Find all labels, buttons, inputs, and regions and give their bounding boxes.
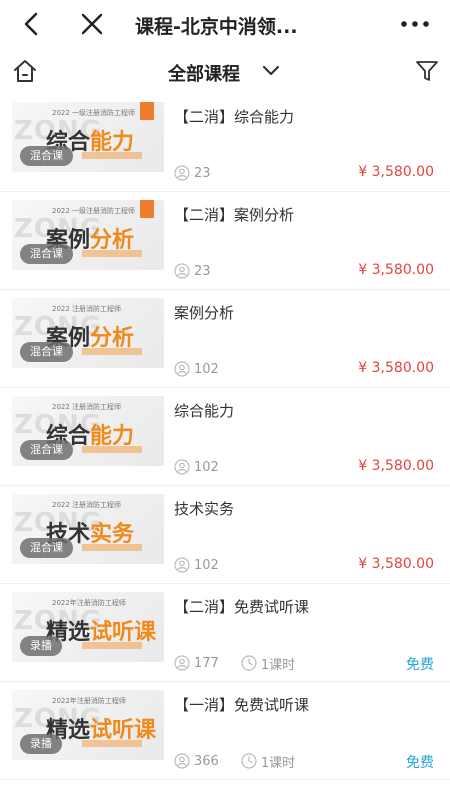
course-item[interactable]: ZONG 2022 注册消防工程师 综合能力 混合课 综合能力 102 ¥ 3,… — [0, 388, 450, 486]
student-icon — [174, 361, 190, 377]
course-item[interactable]: ZONG 2022 注册消防工程师 案例分析 混合课 案例分析 102 ¥ 3,… — [0, 290, 450, 388]
thumbnail-strip — [82, 446, 142, 453]
course-title: 【二消】免费试听课 — [174, 598, 310, 616]
course-price: ¥ 3,580.00 — [358, 556, 434, 572]
thumbnail-strip — [82, 642, 142, 649]
course-thumbnail: ZONG 2022 注册消防工程师 技术实务 混合课 — [12, 494, 164, 564]
category-dropdown-label[interactable]: 全部课程 — [168, 60, 240, 86]
back-icon[interactable] — [18, 10, 46, 38]
course-type-badge: 混合课 — [20, 244, 73, 264]
thumbnail-subtitle: 2022 一级注册消防工程师 — [52, 109, 136, 117]
student-count: 177 — [194, 655, 219, 671]
course-thumbnail: ZONG 2022年注册消防工程师 精选试听课 录播 — [12, 592, 164, 662]
thumbnail-strip — [82, 152, 142, 159]
course-thumbnail: ZONG 2022 一级注册消防工程师 综合能力 混合课 — [12, 102, 164, 172]
course-price: ¥ 3,580.00 — [358, 360, 434, 376]
filter-icon[interactable] — [414, 58, 440, 84]
home-icon[interactable] — [12, 58, 38, 84]
hours-label: 1课时 — [260, 755, 296, 771]
course-meta: 366 1课时 — [174, 752, 295, 771]
page-title: 课程-北京中消领... — [135, 16, 298, 38]
course-list: ZONG 2022 一级注册消防工程师 综合能力 混合课 【二消】综合能力 23… — [0, 94, 450, 780]
course-thumbnail: ZONG 2022 注册消防工程师 案例分析 混合课 — [12, 298, 164, 368]
course-type-badge: 混合课 — [20, 440, 73, 460]
course-item[interactable]: ZONG 2022年注册消防工程师 精选试听课 录播 【二消】免费试听课 177… — [0, 584, 450, 682]
filter-bar: 全部课程 — [0, 48, 450, 94]
course-type-badge: 混合课 — [20, 538, 73, 558]
thumbnail-subtitle: 2022 注册消防工程师 — [52, 501, 122, 509]
clock-icon — [241, 753, 257, 769]
student-count: 366 — [194, 753, 219, 769]
thumbnail-strip — [82, 348, 142, 355]
course-title: 【二消】综合能力 — [174, 108, 295, 126]
course-thumbnail: ZONG 2022年注册消防工程师 精选试听课 录播 — [12, 690, 164, 760]
thumbnail-strip — [82, 544, 142, 551]
thumbnail-subtitle: 2022 注册消防工程师 — [52, 403, 122, 411]
course-meta: 102 — [174, 458, 219, 476]
student-count: 102 — [194, 557, 219, 573]
student-icon — [174, 557, 190, 573]
close-icon[interactable] — [78, 10, 106, 38]
course-title: 技术实务 — [174, 500, 235, 518]
course-title: 【一消】免费试听课 — [174, 696, 310, 714]
clock-icon — [241, 655, 257, 671]
course-item[interactable]: ZONG 2022 注册消防工程师 技术实务 混合课 技术实务 102 ¥ 3,… — [0, 486, 450, 584]
course-price: ¥ 3,580.00 — [358, 262, 434, 278]
student-count: 102 — [194, 361, 219, 377]
bookmark-icon — [140, 102, 154, 120]
course-meta: 102 — [174, 360, 219, 378]
course-title: 综合能力 — [174, 402, 235, 420]
student-icon — [174, 459, 190, 475]
course-hours: 1课时 — [241, 654, 295, 673]
course-meta: 23 — [174, 262, 211, 280]
thumbnail-strip — [82, 740, 142, 747]
bookmark-icon — [140, 200, 154, 218]
course-price: ¥ 3,580.00 — [358, 164, 434, 180]
course-type-badge: 录播 — [20, 636, 62, 656]
course-hours: 1课时 — [241, 752, 295, 771]
thumbnail-subtitle: 2022年注册消防工程师 — [52, 599, 126, 607]
thumbnail-subtitle: 2022 一级注册消防工程师 — [52, 207, 136, 215]
student-count: 23 — [194, 165, 211, 181]
course-title: 案例分析 — [174, 304, 235, 322]
course-meta: 177 1课时 — [174, 654, 295, 673]
course-thumbnail: ZONG 2022 一级注册消防工程师 案例分析 混合课 — [12, 200, 164, 270]
student-icon — [174, 753, 190, 769]
student-count: 23 — [194, 263, 211, 279]
student-icon — [174, 165, 190, 181]
thumbnail-subtitle: 2022年注册消防工程师 — [52, 697, 126, 705]
course-price: 免费 — [406, 755, 434, 771]
hours-label: 1课时 — [260, 657, 296, 673]
student-icon — [174, 655, 190, 671]
thumbnail-subtitle: 2022 注册消防工程师 — [52, 305, 122, 313]
course-meta: 102 — [174, 556, 219, 574]
title-bar: 课程-北京中消领... — [0, 0, 450, 48]
more-icon[interactable] — [398, 10, 432, 38]
course-type-badge: 混合课 — [20, 342, 73, 362]
course-price: ¥ 3,580.00 — [358, 458, 434, 474]
course-item[interactable]: ZONG 2022 一级注册消防工程师 综合能力 混合课 【二消】综合能力 23… — [0, 94, 450, 192]
course-thumbnail: ZONG 2022 注册消防工程师 综合能力 混合课 — [12, 396, 164, 466]
student-icon — [174, 263, 190, 279]
course-meta: 23 — [174, 164, 211, 182]
course-type-badge: 录播 — [20, 734, 62, 754]
course-price: 免费 — [406, 657, 434, 673]
course-item[interactable]: ZONG 2022年注册消防工程师 精选试听课 录播 【一消】免费试听课 366… — [0, 682, 450, 780]
course-item[interactable]: ZONG 2022 一级注册消防工程师 案例分析 混合课 【二消】案例分析 23… — [0, 192, 450, 290]
thumbnail-strip — [82, 250, 142, 257]
student-count: 102 — [194, 459, 219, 475]
course-title: 【二消】案例分析 — [174, 206, 295, 224]
chevron-down-icon[interactable] — [262, 64, 280, 78]
course-type-badge: 混合课 — [20, 146, 73, 166]
